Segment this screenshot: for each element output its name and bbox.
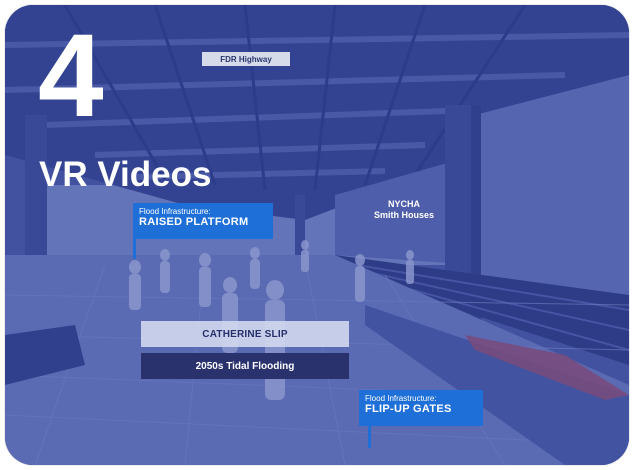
nycha-label: NYCHA Smith Houses [367,199,441,221]
raised-platform-tag-title: RAISED PLATFORM [139,216,249,228]
vr-video-card[interactable]: FDR Highway NYCHA Smith Houses Flood Inf… [5,5,629,465]
flip-up-gates-tag: Flood Infrastructure: FLIP-UP GATES [359,390,483,426]
nycha-label-line2: Smith Houses [373,210,434,220]
nycha-label-line1: NYCHA [387,199,420,209]
flip-up-gates-tag-stem [368,426,371,448]
flip-up-gates-tag-title: FLIP-UP GATES [365,403,452,415]
section-number: 4 [38,10,104,142]
scenario-button[interactable]: 2050s Tidal Flooding [141,353,349,379]
location-button[interactable]: CATHERINE SLIP [141,321,349,347]
fdr-highway-sign: FDR Highway [202,52,290,66]
raised-platform-tag-stem [133,239,136,259]
section-title: VR Videos [39,155,212,194]
raised-platform-tag: Flood Infrastructure: RAISED PLATFORM [133,203,273,239]
raised-platform-tag-caption: Flood Infrastructure: [139,207,211,216]
flip-up-gates-tag-caption: Flood Infrastructure: [365,394,437,403]
